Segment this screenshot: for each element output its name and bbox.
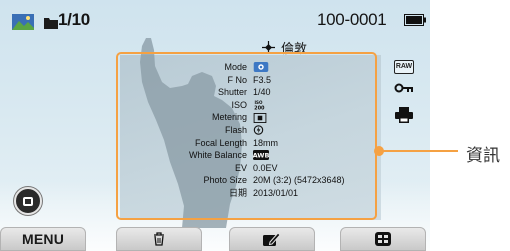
printer-icon <box>395 107 413 123</box>
delete-button[interactable] <box>116 227 202 251</box>
info-value-photo-size: 20M (3:2) (5472x3648) <box>253 175 345 186</box>
info-label-f-no: F No <box>227 74 247 85</box>
view-mode-button[interactable] <box>340 227 426 251</box>
file-number: 100-0001 <box>317 10 387 29</box>
info-label-date: 日期 <box>228 187 247 198</box>
info-label-white-balance: White Balance <box>188 150 247 161</box>
folder-icon <box>44 18 58 29</box>
raw-badge: RAW <box>394 60 414 74</box>
info-labels: Mode F No Shutter ISO Metering Flash Foc… <box>131 61 247 200</box>
info-value-focal-length: 18mm <box>253 137 279 148</box>
flash-off-icon <box>253 125 264 135</box>
callout-label: 資訊 <box>466 146 500 165</box>
info-label-mode: Mode <box>224 62 247 72</box>
menu-button-label: MENU <box>21 231 65 247</box>
info-value-ev: 0.0EV <box>253 162 278 173</box>
view-mode-icon <box>375 232 391 246</box>
callout-line <box>378 150 458 152</box>
info-value-f-no: F3.5 <box>253 74 272 85</box>
iso-200-icon: ISO 200 <box>254 100 265 110</box>
info-value-flash <box>253 124 377 137</box>
smart-auto-mode-icon <box>253 62 269 73</box>
callout-dot <box>374 146 384 156</box>
battery-full-icon <box>404 14 426 26</box>
display-mode-button[interactable] <box>14 187 42 215</box>
info-label-ev: EV <box>234 162 247 173</box>
trash-icon <box>154 232 164 246</box>
key-icon <box>394 83 413 93</box>
svg-text:ISO: ISO <box>255 100 263 105</box>
file-counter: 1/10 <box>58 10 90 29</box>
image-thumbnail-icon <box>12 14 34 30</box>
info-label-flash: Flash <box>224 124 247 135</box>
edit-button[interactable] <box>229 227 315 251</box>
status-bar: 1/10 100-0001 <box>0 0 430 40</box>
menu-button[interactable]: MENU <box>0 227 86 251</box>
info-label-shutter: Shutter <box>217 87 247 98</box>
playback-screen: 1/10 100-0001 倫敦 RAW Mode F No Shutter I… <box>0 0 430 251</box>
info-value-mode <box>253 61 377 74</box>
info-label-photo-size: Photo Size <box>203 175 247 186</box>
info-value-shutter: 1/40 <box>253 87 271 98</box>
edit-photo-icon <box>263 231 281 246</box>
info-label-iso: ISO <box>231 99 247 110</box>
info-label-metering: Metering <box>211 112 247 123</box>
info-label-focal-length: Focal Length <box>194 137 247 148</box>
info-value-white-balance: AWB <box>253 149 377 162</box>
info-value-date: 2013/01/01 <box>253 187 299 198</box>
frame-icon <box>23 197 33 206</box>
softkey-bar: MENU <box>0 227 430 251</box>
multi-metering-icon <box>253 112 267 123</box>
svg-text:200: 200 <box>254 106 265 110</box>
awb-badge-text: AWB <box>253 152 269 160</box>
auto-white-balance-icon: AWB <box>253 150 269 161</box>
info-values: F3.5 1/40 ISO 200 18mm AWB 0.0EV 20M (3:… <box>253 61 377 200</box>
info-value-iso: ISO 200 <box>253 99 377 112</box>
info-value-metering <box>253 111 377 124</box>
